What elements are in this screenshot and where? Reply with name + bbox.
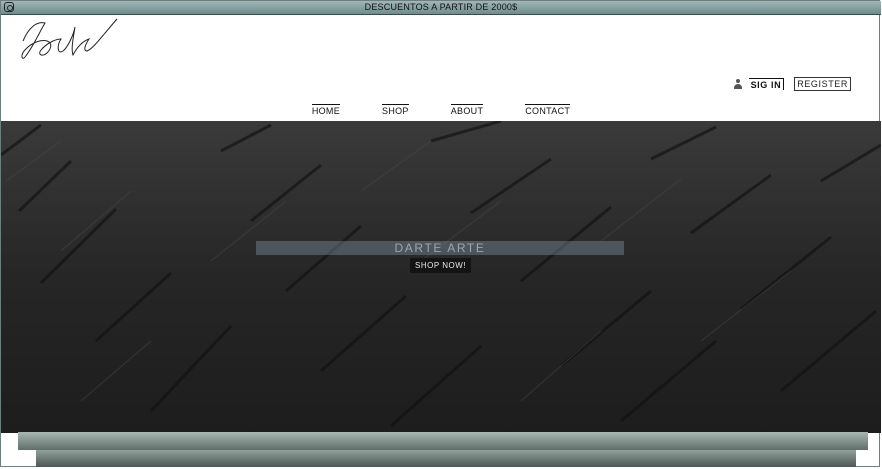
announcement-text: DESCUENTOS A PARTIR DE 2000$ (364, 2, 518, 12)
sign-in-link[interactable]: SIG IN (748, 78, 785, 90)
hero-banner: DARTE ARTE SHOP NOW! (1, 121, 881, 433)
auth-links: SIG IN REGISTER (733, 77, 851, 91)
hero-title: DARTE ARTE (394, 241, 486, 255)
register-link[interactable]: REGISTER (794, 77, 851, 91)
page: DESCUENTOS A PARTIR DE 2000$ SIG IN REGI… (0, 0, 881, 467)
signature-logo[interactable] (19, 15, 119, 65)
hero-title-band: DARTE ARTE (256, 241, 624, 255)
nav-shop[interactable]: SHOP (382, 104, 409, 116)
announcement-bar: DESCUENTOS A PARTIR DE 2000$ (1, 1, 881, 15)
user-icon (733, 79, 743, 89)
sand-texture-image (1, 121, 881, 433)
window-shadow (18, 432, 868, 450)
nav-home[interactable]: HOME (311, 104, 341, 116)
nav-about[interactable]: ABOUT (450, 104, 484, 116)
window-shadow-lower (36, 450, 856, 467)
main-nav: HOME SHOP ABOUT CONTACT (1, 104, 881, 116)
nav-contact[interactable]: CONTACT (525, 104, 571, 116)
shop-now-button[interactable]: SHOP NOW! (410, 258, 471, 273)
